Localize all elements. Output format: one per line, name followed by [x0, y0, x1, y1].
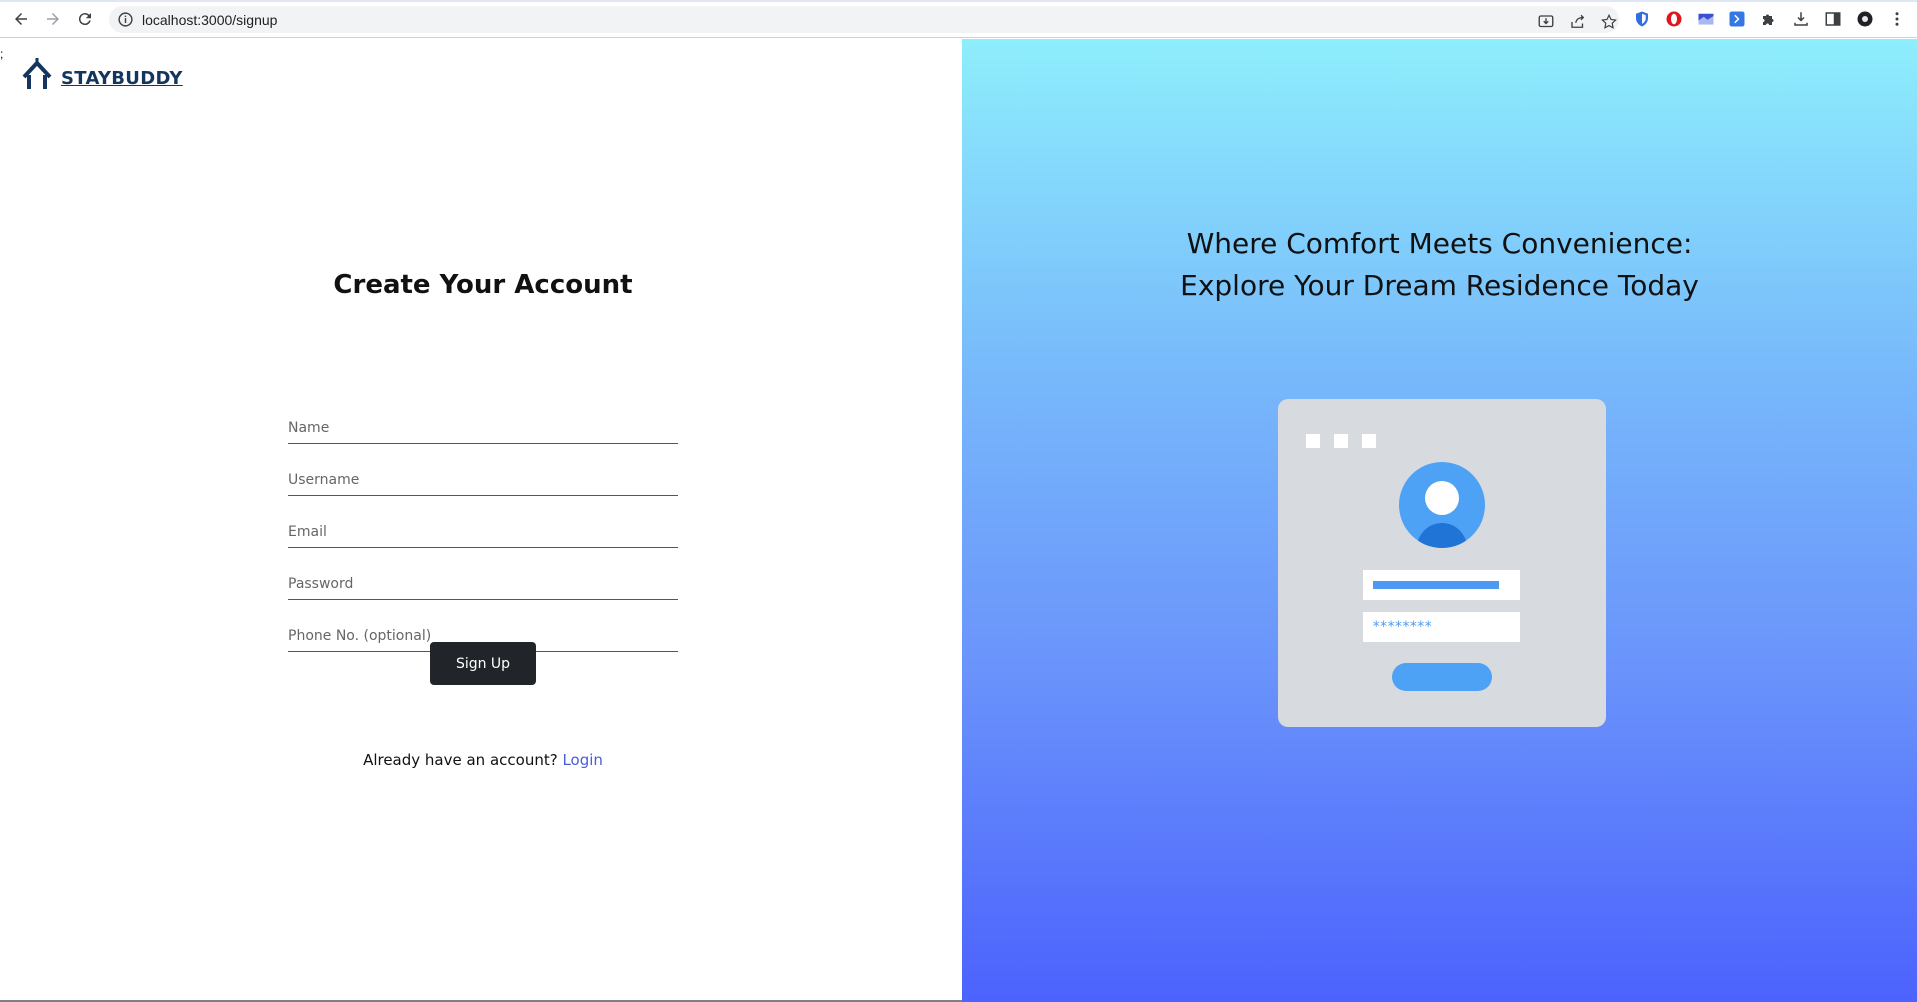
side-panel-icon[interactable]: [1824, 10, 1842, 28]
login-prompt: Already have an account? Login: [0, 751, 966, 769]
profile-avatar-icon[interactable]: [1856, 10, 1874, 28]
login-link[interactable]: Login: [562, 751, 602, 769]
brand-link[interactable]: STAYBUDDY: [20, 57, 183, 93]
forward-icon[interactable]: [41, 7, 65, 31]
stray-text: ;: [0, 47, 4, 61]
tagline-line-2: Explore Your Dream Residence Today: [1180, 269, 1699, 302]
window-dot: [1306, 434, 1320, 448]
window-extension-icon[interactable]: [1697, 10, 1715, 28]
page-viewport: ; STAYBUDDY Create Your Account Sign Up: [0, 39, 1917, 1002]
share-icon[interactable]: [1569, 13, 1587, 31]
name-input[interactable]: [288, 414, 678, 442]
house-logo-icon: [22, 58, 52, 89]
opera-extension-icon[interactable]: [1665, 10, 1683, 28]
illustration-password-field: ********: [1363, 612, 1520, 642]
illustration-username-field: [1363, 570, 1520, 600]
reload-icon[interactable]: [73, 7, 97, 31]
password-input[interactable]: [288, 570, 678, 598]
browser-toolbar: localhost:3000/signup: [0, 0, 1917, 38]
form-title: Create Your Account: [333, 270, 633, 300]
login-illustration: ********: [1278, 399, 1606, 727]
sign-up-button[interactable]: Sign Up: [430, 642, 536, 685]
tab-strip-edge: [0, 0, 1917, 2]
install-app-icon[interactable]: [1537, 13, 1555, 31]
hero-panel: Where Comfort Meets Convenience: Explore…: [962, 39, 1917, 1002]
hero-tagline: Where Comfort Meets Convenience: Explore…: [962, 223, 1917, 307]
email-field[interactable]: [288, 518, 678, 548]
window-dot: [1334, 434, 1348, 448]
site-info-icon[interactable]: [117, 11, 134, 28]
signup-panel: ; STAYBUDDY Create Your Account Sign Up: [0, 39, 962, 1002]
illustration-button: [1392, 663, 1492, 691]
name-field[interactable]: [288, 414, 678, 444]
username-field[interactable]: [288, 466, 678, 496]
shield-extension-icon[interactable]: [1633, 10, 1651, 28]
user-avatar-icon: [1399, 462, 1485, 548]
username-input[interactable]: [288, 466, 678, 494]
blue-extension-icon[interactable]: [1728, 10, 1746, 28]
url-text[interactable]: localhost:3000/signup: [142, 12, 277, 28]
brand-name[interactable]: STAYBUDDY: [61, 68, 183, 89]
address-bar[interactable]: localhost:3000/signup: [109, 6, 1619, 33]
puzzle-extensions-icon[interactable]: [1760, 10, 1778, 28]
password-field[interactable]: [288, 570, 678, 600]
bookmark-star-icon[interactable]: [1600, 13, 1618, 31]
login-prompt-text: Already have an account?: [363, 751, 558, 769]
menu-kebab-icon[interactable]: [1888, 10, 1906, 28]
download-icon[interactable]: [1792, 10, 1810, 28]
tagline-line-1: Where Comfort Meets Convenience:: [1186, 227, 1693, 260]
illustration-password-text: ********: [1372, 619, 1432, 635]
back-icon[interactable]: [9, 7, 33, 31]
email-input[interactable]: [288, 518, 678, 546]
window-dot: [1362, 434, 1376, 448]
